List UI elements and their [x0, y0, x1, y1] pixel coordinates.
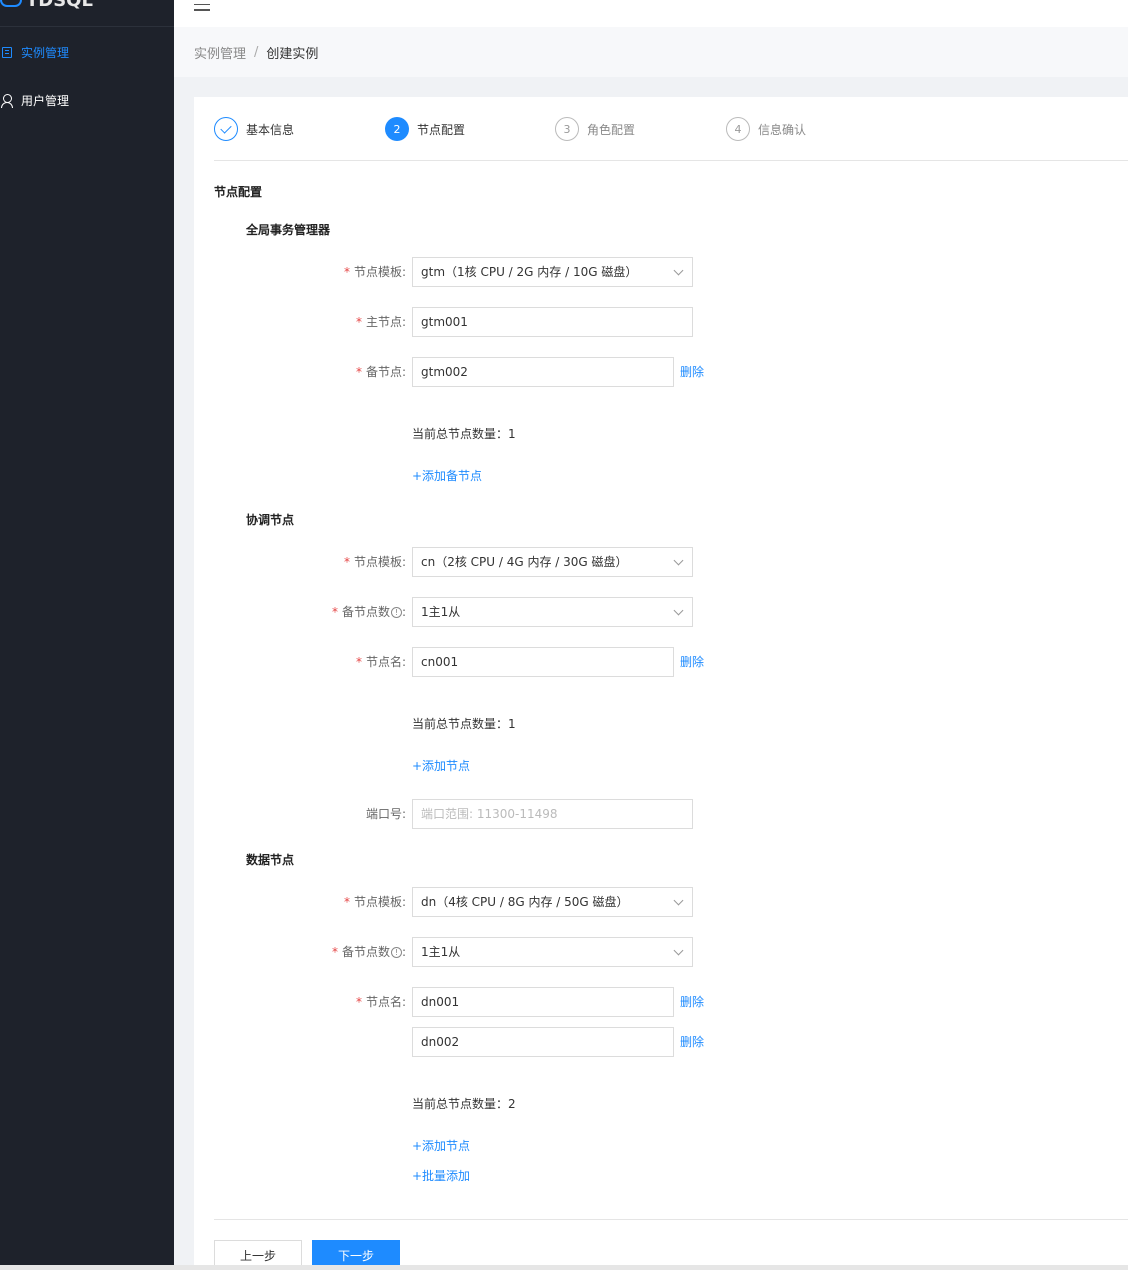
dn-node-input-2[interactable]: dn002: [412, 1027, 674, 1057]
footer-divider: [214, 1219, 1128, 1220]
add-backup-node-link[interactable]: +添加备节点: [412, 467, 482, 484]
top-bar: [174, 0, 1128, 27]
step-label: 基本信息: [246, 122, 295, 137]
step-basic-info: 基本信息: [214, 116, 294, 142]
sidebar-item-instance-management[interactable]: 实例管理: [0, 40, 174, 64]
cn-replica-label: * 备节点数!:: [331, 605, 406, 619]
logo-text: TDSQL: [26, 0, 93, 11]
section-title: 节点配置: [214, 185, 263, 199]
info-icon[interactable]: !: [390, 947, 402, 958]
breadcrumb-separator: /: [254, 44, 259, 60]
gtm-master-label: * 主节点:: [355, 315, 406, 329]
check-icon: [214, 117, 238, 141]
user-icon: [0, 93, 14, 108]
step-role-config: 3 角色配置: [555, 116, 635, 142]
cloud-logo-icon: [0, 0, 22, 7]
chevron-down-icon: [673, 605, 684, 616]
steps-divider: [214, 160, 1128, 161]
dn-template-select[interactable]: dn（4核 CPU / 8G 内存 / 50G 磁盘）: [412, 887, 693, 917]
cn-group-title: 协调节点: [246, 513, 295, 527]
step-number: 4: [726, 117, 750, 141]
cn-template-select[interactable]: cn（2核 CPU / 4G 内存 / 30G 磁盘）: [412, 547, 693, 577]
logo: TDSQL: [0, 0, 93, 12]
cn-port-label: 端口号:: [365, 807, 406, 821]
step-label: 信息确认: [758, 122, 807, 137]
gtm-group-title: 全局事务管理器: [246, 223, 331, 237]
sidebar: TDSQL 实例管理 用户管理: [0, 0, 174, 1270]
dn-node-input-1[interactable]: dn001: [412, 987, 674, 1017]
chevron-down-icon: [673, 265, 684, 276]
dn-template-label: * 节点模板:: [343, 895, 406, 909]
cn-node-delete-link[interactable]: 删除: [680, 647, 704, 677]
cn-add-node-link[interactable]: +添加节点: [412, 757, 470, 774]
gtm-master-input[interactable]: gtm001: [412, 307, 693, 337]
cn-node-count: 当前总节点数量：1: [412, 717, 516, 731]
dn-node-delete-link-2[interactable]: 删除: [680, 1027, 704, 1057]
step-label: 角色配置: [587, 122, 636, 137]
gtm-template-label: * 节点模板:: [343, 265, 406, 279]
sidebar-item-label: 实例管理: [21, 45, 70, 60]
menu-toggle-icon[interactable]: [194, 0, 210, 11]
cn-node-label: * 节点名:: [355, 655, 406, 669]
sidebar-divider: [0, 26, 174, 27]
info-icon[interactable]: !: [390, 607, 402, 618]
list-icon: [0, 45, 14, 59]
dn-node-delete-link-1[interactable]: 删除: [680, 987, 704, 1017]
sidebar-item-user-management[interactable]: 用户管理: [0, 88, 174, 112]
step-number: 3: [555, 117, 579, 141]
dn-group-title: 数据节点: [246, 853, 295, 867]
cn-template-label: * 节点模板:: [343, 555, 406, 569]
dn-replica-label: * 备节点数!:: [331, 945, 406, 959]
gtm-backup-label: * 备节点:: [355, 365, 406, 379]
cn-node-input[interactable]: cn001: [412, 647, 674, 677]
step-confirm: 4 信息确认: [726, 116, 806, 142]
dn-add-node-link[interactable]: +添加节点: [412, 1137, 470, 1154]
dn-replica-select[interactable]: 1主1从: [412, 937, 693, 967]
cn-replica-select[interactable]: 1主1从: [412, 597, 693, 627]
breadcrumb-parent[interactable]: 实例管理: [194, 43, 246, 62]
sidebar-item-label: 用户管理: [21, 93, 70, 108]
step-label: 节点配置: [417, 122, 466, 137]
chevron-down-icon: [673, 945, 684, 956]
gtm-backup-delete-link[interactable]: 删除: [680, 357, 704, 387]
window-bottom-edge: [0, 1265, 1128, 1270]
chevron-down-icon: [673, 555, 684, 566]
cn-port-input[interactable]: 端口范围: 11300-11498: [412, 799, 693, 829]
dn-batch-add-link[interactable]: +批量添加: [412, 1167, 470, 1184]
breadcrumb-current: 创建实例: [266, 46, 319, 62]
breadcrumb: 实例管理 / 创建实例: [174, 27, 1128, 77]
gtm-backup-input[interactable]: gtm002: [412, 357, 674, 387]
dn-node-label: * 节点名:: [355, 995, 406, 1009]
gtm-node-count: 当前总节点数量：1: [412, 427, 516, 441]
gtm-template-select[interactable]: gtm（1核 CPU / 2G 内存 / 10G 磁盘）: [412, 257, 693, 287]
step-number: 2: [385, 117, 409, 141]
chevron-down-icon: [673, 895, 684, 906]
content-card: 基本信息 2 节点配置 3 角色配置 4 信息确认 节点配置 全局事务管理器 *…: [194, 97, 1128, 1270]
step-node-config: 2 节点配置: [385, 116, 465, 142]
dn-node-count: 当前总节点数量：2: [412, 1097, 516, 1111]
